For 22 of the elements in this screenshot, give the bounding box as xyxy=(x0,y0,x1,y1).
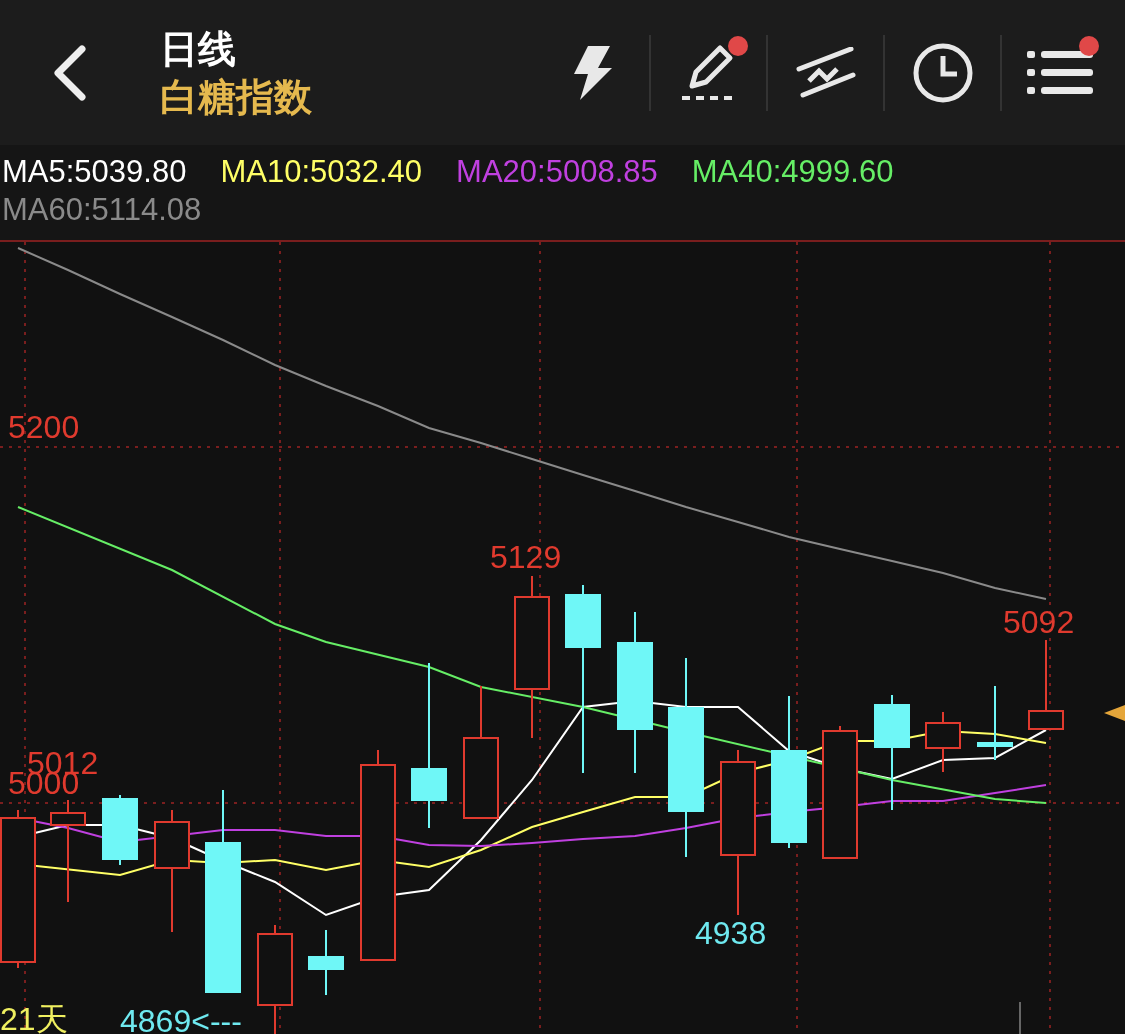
notification-dot xyxy=(728,35,748,56)
price-label: 5129 xyxy=(490,539,562,575)
notification-dot xyxy=(1079,35,1099,56)
price-label: 5092 xyxy=(1003,604,1075,640)
rising-candle xyxy=(925,711,961,773)
falling-candle xyxy=(308,929,344,996)
clock-icon xyxy=(911,41,974,104)
price-label: 5200 xyxy=(8,409,80,445)
back-icon xyxy=(52,44,88,101)
price-label: 4869<--- xyxy=(120,1003,242,1034)
moving-average-value: MA10:5032.40 xyxy=(220,153,423,191)
moving-average-value: MA60:5114.08 xyxy=(2,191,202,229)
chart-period-title: 日线 xyxy=(160,26,237,71)
price-label: 21天 xyxy=(0,1001,68,1034)
price-label: 4938 xyxy=(695,915,767,951)
falling-candle xyxy=(102,794,138,866)
moving-average-value: MA20:5008.85 xyxy=(456,153,658,191)
moving-average-value: MA5:5039.80 xyxy=(2,153,187,191)
instrument-name: 白糖指数 xyxy=(160,74,313,119)
moving-average-value: MA40:4999.60 xyxy=(691,153,894,191)
cursor-marker-icon xyxy=(1104,705,1125,721)
trend-lines-icon xyxy=(794,46,857,99)
